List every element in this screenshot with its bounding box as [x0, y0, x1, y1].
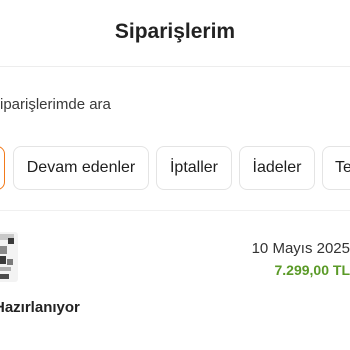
filter-chip-ongoing[interactable]: Devam edenler — [13, 146, 149, 190]
order-status: Hazırlanıyor — [0, 299, 80, 316]
filter-chip-returns[interactable]: İadeler — [239, 146, 315, 190]
product-thumbnail — [0, 232, 18, 282]
order-date: 10 Mayıs 2025 — [251, 240, 350, 257]
header-divider — [0, 66, 350, 67]
orders-screen: Siparişlerim Devam edenler İptaller İade… — [0, 0, 350, 350]
search-input[interactable] — [0, 80, 350, 128]
page-title: Siparişlerim — [114, 20, 236, 43]
order-card[interactable]: 10 Mayıs 2025 7.299,00 TL Hazırlanıyor — [0, 222, 350, 342]
order-price: 7.299,00 TL — [274, 262, 350, 278]
filter-chip-all[interactable] — [0, 146, 5, 190]
filter-chip-cancellations[interactable]: İptaller — [156, 146, 232, 190]
filter-chip-buy-again[interactable]: Tekrar satın al — [322, 146, 350, 190]
filter-chips: Devam edenler İptaller İadeler Tekrar sa… — [0, 146, 350, 190]
search-bar[interactable] — [0, 80, 350, 128]
order-divider — [0, 210, 350, 211]
